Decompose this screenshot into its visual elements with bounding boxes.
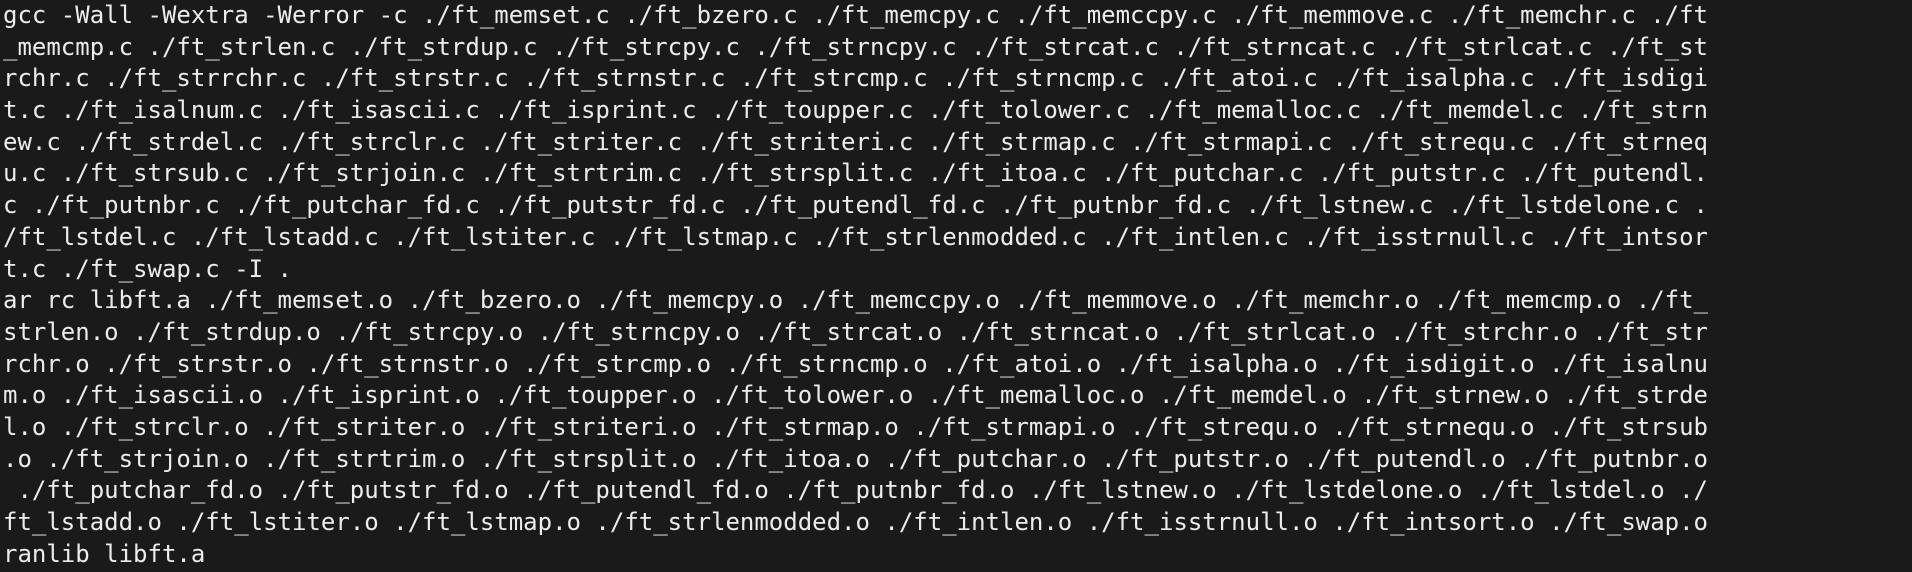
terminal-line: ranlib libft.a xyxy=(3,539,206,568)
terminal-line: ew.c ./ft_strdel.c ./ft_strclr.c ./ft_st… xyxy=(3,127,1709,156)
terminal-line: rchr.c ./ft_strrchr.c ./ft_strstr.c ./ft… xyxy=(3,64,1709,93)
terminal-line: strlen.o ./ft_strdup.o ./ft_strcpy.o ./f… xyxy=(3,317,1709,346)
terminal-line: t.c ./ft_swap.c -I . xyxy=(3,254,292,283)
terminal-line: c ./ft_putnbr.c ./ft_putchar_fd.c ./ft_p… xyxy=(3,191,1709,220)
terminal-line: ft_lstadd.o ./ft_lstiter.o ./ft_lstmap.o… xyxy=(3,508,1709,536)
terminal-line: .o ./ft_strjoin.o ./ft_strtrim.o ./ft_st… xyxy=(3,444,1709,473)
terminal-line: rchr.o ./ft_strstr.o ./ft_strnstr.o ./ft… xyxy=(3,349,1709,378)
terminal-line: /ft_lstdel.c ./ft_lstadd.c ./ft_lstiter.… xyxy=(3,222,1709,251)
terminal-line: ar rc libft.a ./ft_memset.o ./ft_bzero.o… xyxy=(3,286,1709,315)
terminal-line: m.o ./ft_isascii.o ./ft_isprint.o ./ft_t… xyxy=(3,381,1709,410)
terminal-line: _memcmp.c ./ft_strlen.c ./ft_strdup.c ./… xyxy=(3,32,1709,61)
terminal-line: ./ft_putchar_fd.o ./ft_putstr_fd.o ./ft_… xyxy=(3,476,1709,505)
terminal-line: l.o ./ft_strclr.o ./ft_striter.o ./ft_st… xyxy=(3,412,1709,441)
terminal-line: t.c ./ft_isalnum.c ./ft_isascii.c ./ft_i… xyxy=(3,96,1709,125)
terminal-line: gcc -Wall -Wextra -Werror -c ./ft_memset… xyxy=(3,1,1709,29)
terminal-output: gcc -Wall -Wextra -Werror -c ./ft_memset… xyxy=(3,0,1909,570)
terminal-window[interactable]: gcc -Wall -Wextra -Werror -c ./ft_memset… xyxy=(0,0,1912,572)
terminal-line: u.c ./ft_strsub.c ./ft_strjoin.c ./ft_st… xyxy=(3,159,1709,188)
